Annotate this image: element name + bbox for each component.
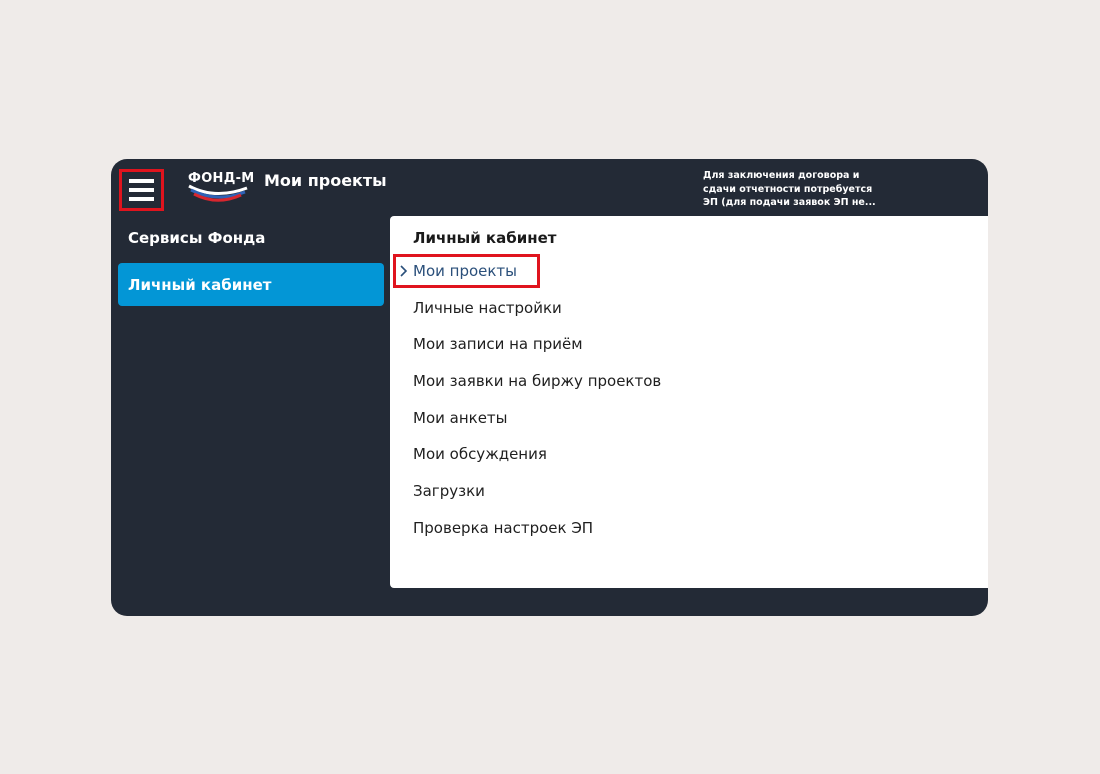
submenu-panel: Личный кабинет Мои проекты Личные настро… [390, 216, 988, 588]
sidebar-heading: Сервисы Фонда [128, 229, 266, 247]
menu-item-my-appointments[interactable]: Мои записи на приём [413, 335, 583, 353]
menu-item-signature-check[interactable]: Проверка настроек ЭП [413, 519, 593, 537]
chevron-right-icon [400, 265, 408, 277]
menu-item-downloads[interactable]: Загрузки [413, 482, 485, 500]
menu-item-my-questionnaires[interactable]: Мои анкеты [413, 409, 508, 427]
sidebar-item-personal-account[interactable]: Личный кабинет [118, 263, 384, 306]
flag-swoosh-icon [188, 184, 248, 202]
hamburger-icon-line [129, 179, 154, 183]
app-window: ФОНД-М Мои проекты Для заключения догово… [111, 159, 988, 616]
hamburger-icon-line [129, 188, 154, 192]
signature-notice[interactable]: Для заключения договора и сдачи отчетнос… [703, 169, 883, 210]
sidebar-item-label: Личный кабинет [128, 275, 272, 294]
fond-logo[interactable]: ФОНД-М [187, 171, 254, 205]
submenu-heading: Личный кабинет [413, 229, 557, 247]
menu-item-personal-settings[interactable]: Личные настройки [413, 299, 562, 317]
hamburger-icon-line [129, 197, 154, 201]
menu-item-project-exchange-requests[interactable]: Мои заявки на биржу проектов [413, 372, 661, 390]
page-title: Мои проекты [264, 171, 387, 190]
menu-toggle-button[interactable] [119, 169, 164, 211]
menu-item-my-projects[interactable]: Мои проекты [413, 262, 517, 280]
menu-item-my-discussions[interactable]: Мои обсуждения [413, 445, 547, 463]
